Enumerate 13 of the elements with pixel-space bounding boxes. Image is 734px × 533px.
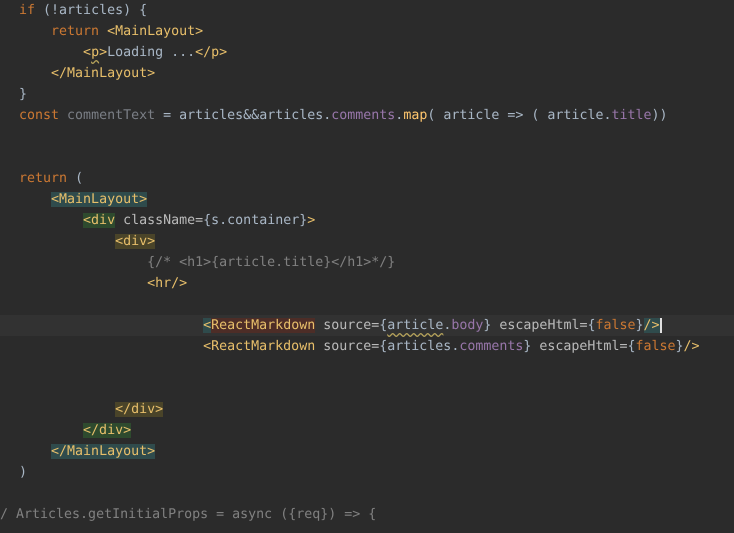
code-line: <hr/> <box>146 275 188 293</box>
code-line: </MainLayout> <box>50 65 156 83</box>
code-line: } <box>18 86 28 104</box>
code-line: {/* <h1>{article.title}</h1>*/} <box>146 254 396 272</box>
code-line: return ( <box>18 170 84 188</box>
code-line: const commentText = articles&&articles.comments.map( article => ( article.title)) <box>18 107 669 125</box>
code-line: <div className={s.container}> <box>82 212 316 230</box>
code-line: <p>Loading ...</p> <box>82 44 228 62</box>
code-line: <ReactMarkdown source={articles.comments} escapeHtml={false}/> <box>202 338 701 356</box>
code-line: return <MainLayout> <box>50 23 204 41</box>
code-line: if (!articles) { <box>18 2 148 20</box>
code-line: ) <box>18 464 28 482</box>
code-line: / Articles.getInitialProps = async ({req}) => { <box>0 506 378 524</box>
